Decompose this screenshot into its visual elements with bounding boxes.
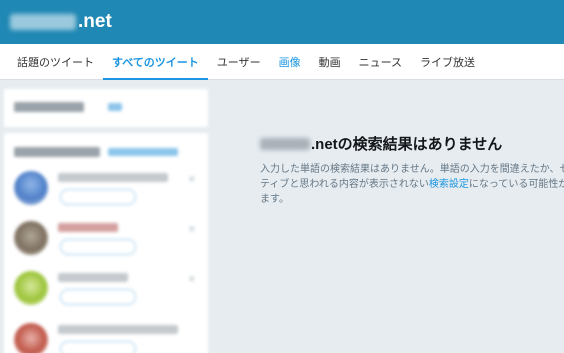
tab-top-tweets[interactable]: 話題のツイート — [8, 44, 103, 79]
close-icon[interactable]: ✕ — [188, 225, 196, 235]
follow-button[interactable] — [60, 289, 136, 305]
search-query-title: .net — [10, 9, 112, 35]
left-sidebar: ✕ ✕ ✕ — [0, 81, 212, 353]
suggested-user-row[interactable]: ✕ — [14, 267, 200, 317]
description-line: ます。 — [260, 194, 289, 205]
suggested-user-row[interactable] — [14, 319, 200, 353]
tab-all-tweets[interactable]: すべてのツイート — [103, 44, 208, 80]
tab-users[interactable]: ユーザー — [208, 44, 270, 79]
follow-button[interactable] — [60, 341, 136, 353]
description-line: 入力した単語の検索結果はありません。単語の入力を間違えたか、セ — [260, 164, 564, 175]
description-line: ティブと思われる内容が表示されない検索設定になっている可能性が — [260, 177, 564, 192]
blurred-user-name — [58, 325, 178, 334]
close-icon[interactable]: ✕ — [188, 175, 196, 185]
blurred-user-name — [58, 223, 118, 232]
suggested-user-row[interactable]: ✕ — [14, 167, 200, 217]
blurred-user-name — [58, 273, 128, 282]
search-settings-link[interactable]: 検索設定 — [429, 179, 469, 190]
blurred-who-to-follow-card: ✕ ✕ ✕ — [4, 133, 208, 353]
avatar — [14, 323, 48, 353]
blurred-card-heading — [14, 102, 84, 112]
search-tabs: 話題のツイート すべてのツイート ユーザー 画像 動画 ニュース ライブ放送 — [0, 44, 564, 80]
main-content: .netの検索結果はありません 入力した単語の検索結果はありません。単語の入力を… — [212, 81, 564, 353]
redacted-query-blur — [10, 14, 76, 30]
tab-live[interactable]: ライブ放送 — [411, 44, 484, 79]
follow-button[interactable] — [60, 239, 136, 255]
tab-news[interactable]: ニュース — [350, 44, 411, 79]
redacted-query-blur — [260, 137, 310, 150]
top-header: .net — [0, 0, 564, 44]
no-results-heading: .netの検索結果はありません — [260, 133, 502, 154]
tab-images[interactable]: 画像 — [270, 44, 310, 79]
description-text: になっている可能性が — [468, 179, 564, 190]
blurred-filter-card — [4, 89, 208, 127]
avatar — [14, 271, 48, 305]
query-domain-suffix: .net — [78, 11, 112, 32]
avatar — [14, 221, 48, 255]
blurred-user-name — [58, 173, 168, 182]
close-icon[interactable]: ✕ — [188, 275, 196, 285]
blurred-heading-links — [108, 148, 178, 156]
avatar — [14, 171, 48, 205]
blurred-card-link — [108, 103, 122, 111]
no-results-description: 入力した単語の検索結果はありません。単語の入力を間違えたか、セ ティブと思われる… — [260, 162, 564, 207]
description-text: ティブと思われる内容が表示されない — [260, 179, 429, 190]
blurred-who-to-follow-heading — [14, 147, 100, 157]
no-results-title-text: .netの検索結果はありません — [311, 136, 503, 153]
follow-button[interactable] — [60, 189, 136, 205]
suggested-user-row[interactable]: ✕ — [14, 217, 200, 267]
tab-videos[interactable]: 動画 — [310, 44, 350, 79]
